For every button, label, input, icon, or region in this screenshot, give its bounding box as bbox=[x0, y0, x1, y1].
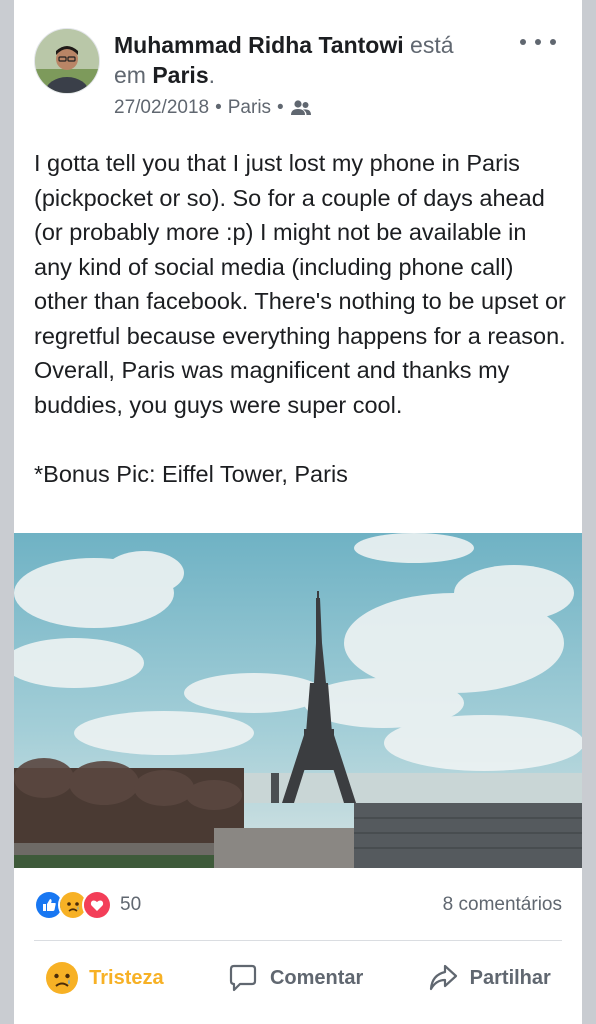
post-meta: 27/02/2018 • Paris • bbox=[114, 97, 312, 119]
love-reaction-icon bbox=[82, 890, 112, 920]
post-date[interactable]: 27/02/2018 bbox=[114, 97, 209, 119]
separator-dot: • bbox=[215, 97, 222, 118]
comment-label: Comentar bbox=[269, 966, 364, 989]
status-preposition: em bbox=[114, 62, 146, 88]
friends-icon[interactable] bbox=[290, 99, 312, 117]
react-button[interactable]: Tristeza bbox=[45, 961, 164, 995]
more-options-icon[interactable] bbox=[520, 30, 556, 54]
share-icon bbox=[429, 964, 457, 991]
post-photo[interactable] bbox=[14, 533, 582, 868]
comment-count-link[interactable]: 8 comentários bbox=[443, 894, 562, 916]
author-name[interactable]: Muhammad Ridha Tantowi bbox=[114, 32, 404, 58]
post-text: I gotta tell you that I just lost my pho… bbox=[34, 150, 566, 487]
post-stats: 50 8 comentários bbox=[14, 880, 582, 928]
author-line: Muhammad Ridha Tantowi está em Paris. bbox=[114, 30, 514, 90]
avatar-image bbox=[35, 29, 99, 93]
eiffel-tower-photo bbox=[14, 533, 582, 868]
comment-icon bbox=[229, 964, 257, 992]
share-button[interactable]: Partilhar bbox=[426, 961, 551, 995]
separator-dot: • bbox=[277, 97, 284, 118]
comment-button[interactable]: Comentar bbox=[226, 961, 363, 995]
react-label: Tristeza bbox=[89, 966, 164, 989]
divider bbox=[34, 940, 562, 941]
location-link[interactable]: Paris bbox=[152, 62, 208, 88]
post-card: Muhammad Ridha Tantowi está em Paris. 27… bbox=[14, 0, 582, 1024]
reaction-count: 50 bbox=[120, 894, 142, 915]
action-bar: Tristeza Comentar Partilhar bbox=[14, 950, 582, 1006]
status-period: . bbox=[208, 62, 215, 88]
sad-face-icon bbox=[46, 962, 79, 994]
meta-location[interactable]: Paris bbox=[228, 97, 271, 119]
status-verb: está bbox=[410, 32, 454, 58]
share-label: Partilhar bbox=[469, 966, 551, 989]
avatar[interactable] bbox=[34, 28, 100, 94]
post-header: Muhammad Ridha Tantowi está em Paris. 27… bbox=[14, 0, 582, 140]
reactions-summary[interactable]: 50 bbox=[34, 890, 141, 920]
